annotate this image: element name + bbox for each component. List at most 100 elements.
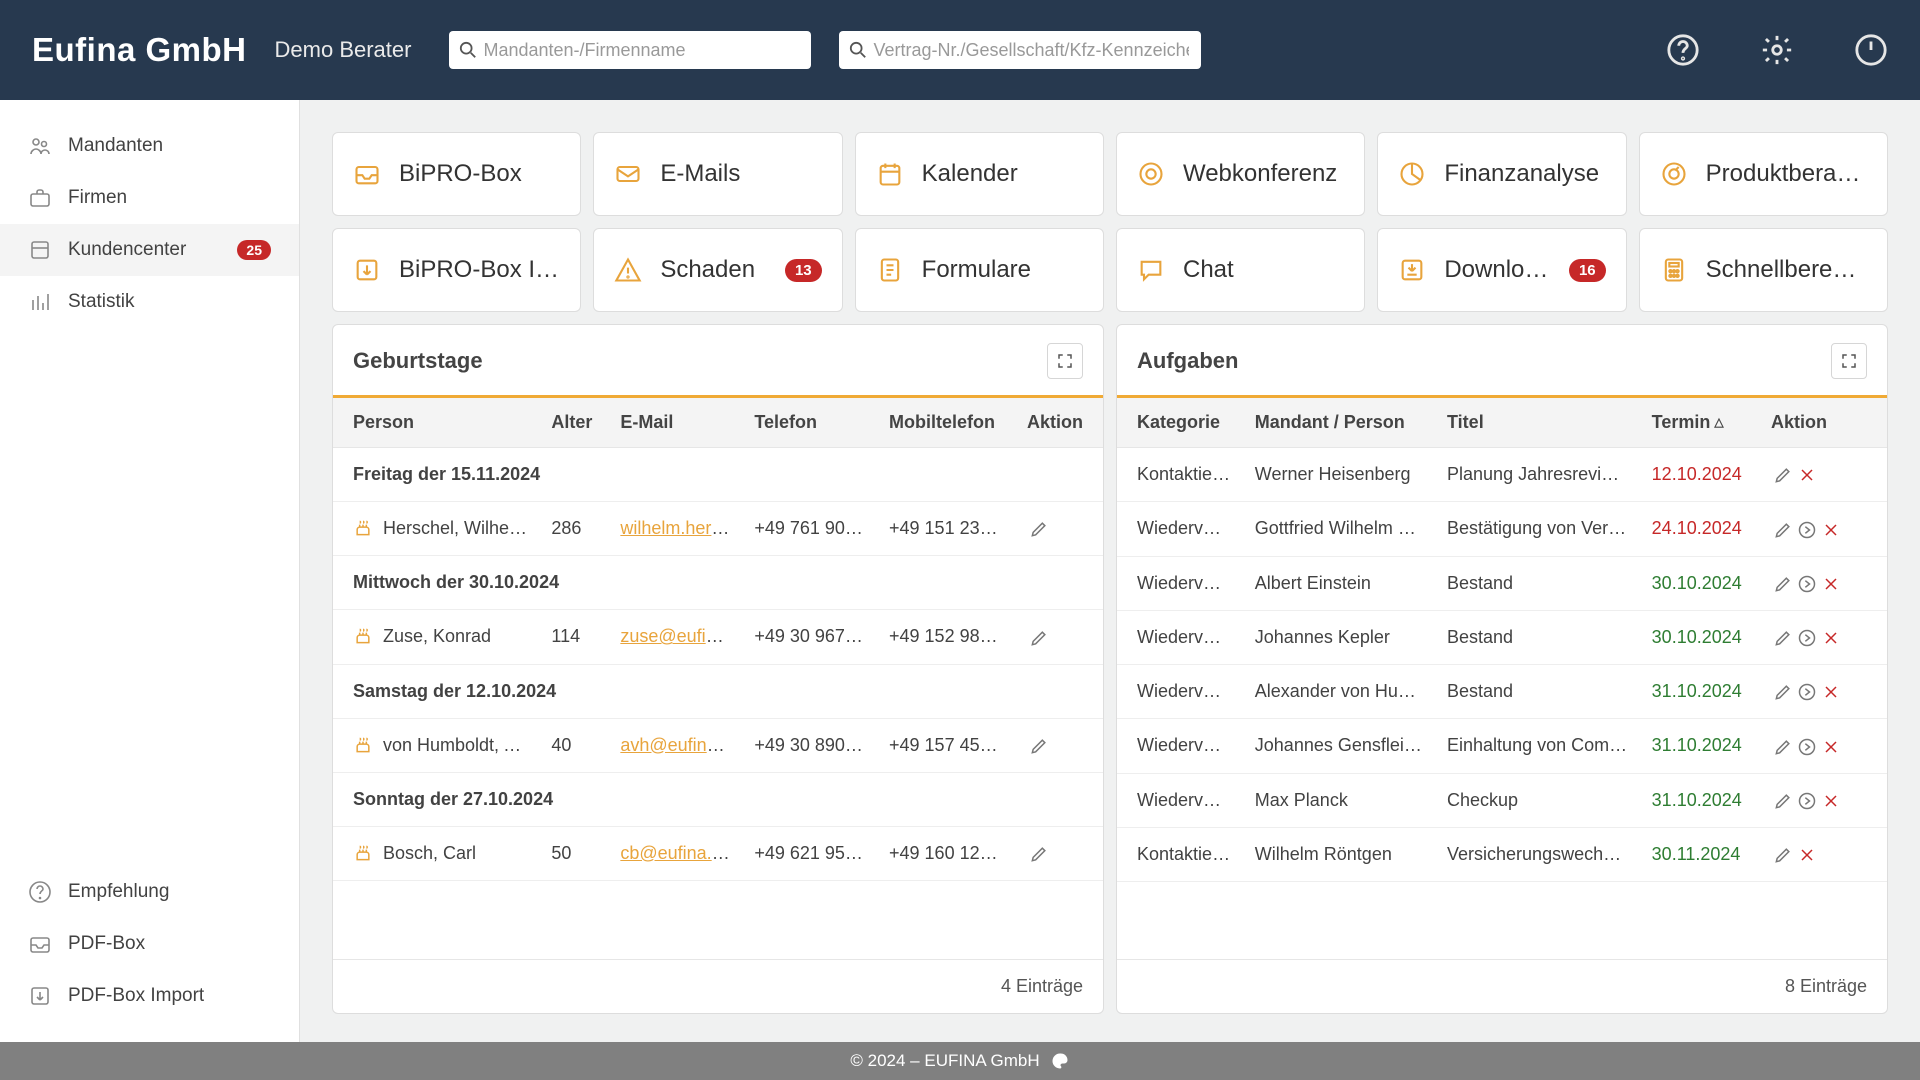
col-alter[interactable]: Alter — [539, 398, 608, 448]
sidebar-item-pdf-box-import[interactable]: PDF-Box Import — [0, 970, 299, 1022]
expand-button[interactable] — [1047, 343, 1083, 379]
edit-icon[interactable] — [1773, 845, 1793, 865]
cell-termin: 31.10.2024 — [1640, 719, 1759, 773]
delete-icon[interactable] — [1821, 791, 1841, 811]
edit-icon[interactable] — [1029, 519, 1049, 539]
tile-schaden[interactable]: Schaden13 — [593, 228, 842, 312]
date-group-row: Freitag der 15.11.2024 — [333, 448, 1103, 502]
tile-schnellberechnu-[interactable]: Schnellberechnu... — [1639, 228, 1888, 312]
forward-icon[interactable] — [1797, 791, 1817, 811]
delete-icon[interactable] — [1821, 574, 1841, 594]
tasks-title: Aufgaben — [1137, 348, 1238, 374]
col-telefon[interactable]: Telefon — [742, 398, 877, 448]
table-row: Herschel, Wilhelm286wilhelm.hersc…+49 76… — [333, 502, 1103, 556]
cake-icon — [353, 626, 373, 646]
table-row: Bosch, Carl50cb@eufina.de+49 621 9567…+4… — [333, 826, 1103, 880]
cell-mandant: Johannes Kepler — [1243, 610, 1435, 664]
contract-search-wrap — [839, 31, 1201, 69]
sidebar-item-empfehlung[interactable]: Empfehlung — [0, 866, 299, 918]
cell-alter: 114 — [539, 610, 608, 664]
tasks-panel: Aufgaben Kategorie Mandant / Person Tite… — [1116, 324, 1888, 1014]
tile-formulare[interactable]: Formulare — [855, 228, 1104, 312]
tile-label: Downloads — [1444, 256, 1551, 284]
edit-icon[interactable] — [1773, 791, 1793, 811]
edit-icon[interactable] — [1773, 465, 1793, 485]
email-link[interactable]: wilhelm.hersc… — [620, 518, 742, 538]
table-row: Wiedervorl…Johannes Gensfleisch zur …Ein… — [1117, 719, 1887, 773]
edit-icon[interactable] — [1029, 844, 1049, 864]
tasks-table: Kategorie Mandant / Person Titel Termin△… — [1117, 398, 1887, 882]
tile-kalender[interactable]: Kalender — [855, 132, 1104, 216]
sidebar-item-label: Statistik — [68, 291, 135, 313]
brand-name: Eufina GmbH — [32, 31, 247, 69]
cell-alter: 50 — [539, 826, 608, 880]
col-kategorie[interactable]: Kategorie — [1117, 398, 1243, 448]
expand-button[interactable] — [1831, 343, 1867, 379]
tile-downloads[interactable]: Downloads16 — [1377, 228, 1626, 312]
edit-icon[interactable] — [1029, 628, 1049, 648]
power-icon[interactable] — [1854, 33, 1888, 67]
col-titel[interactable]: Titel — [1435, 398, 1640, 448]
sidebar-item-pdf-box[interactable]: PDF-Box — [0, 918, 299, 970]
tile-bipro-box[interactable]: BiPRO-Box — [332, 132, 581, 216]
tile-label: Chat — [1183, 256, 1234, 284]
cell-termin: 30.10.2024 — [1640, 556, 1759, 610]
gear-icon[interactable] — [1760, 33, 1794, 67]
col-termin[interactable]: Termin△ — [1640, 398, 1759, 448]
expand-icon — [1056, 352, 1074, 370]
palette-icon[interactable] — [1050, 1051, 1070, 1071]
sidebar-item-statistik[interactable]: Statistik — [0, 276, 299, 328]
mail-icon — [614, 160, 642, 188]
contract-search-input[interactable] — [839, 31, 1201, 69]
cake-icon — [353, 843, 373, 863]
col-aktion[interactable]: Aktion — [1015, 398, 1103, 448]
forward-icon[interactable] — [1797, 628, 1817, 648]
sidebar-item-kundencenter[interactable]: Kundencenter25 — [0, 224, 299, 276]
forward-icon[interactable] — [1797, 520, 1817, 540]
cell-kategorie: Wiedervorl… — [1117, 665, 1243, 719]
cell-kategorie: Wiedervorl… — [1117, 502, 1243, 556]
edit-icon[interactable] — [1773, 628, 1793, 648]
mandant-search-input[interactable] — [449, 31, 811, 69]
delete-icon[interactable] — [1797, 845, 1817, 865]
tile-grid: BiPRO-BoxE-MailsKalenderWebkonferenzFina… — [332, 132, 1888, 312]
sidebar-item-firmen[interactable]: Firmen — [0, 172, 299, 224]
delete-icon[interactable] — [1821, 682, 1841, 702]
edit-icon[interactable] — [1773, 737, 1793, 757]
delete-icon[interactable] — [1821, 628, 1841, 648]
cell-alter: 286 — [539, 502, 608, 556]
date-label: Samstag der 12.10.2024 — [333, 664, 1103, 718]
sidebar-item-label: Empfehlung — [68, 881, 169, 903]
forward-icon[interactable] — [1797, 682, 1817, 702]
tile-bipro-box-import[interactable]: BiPRO-Box Import — [332, 228, 581, 312]
edit-icon[interactable] — [1773, 682, 1793, 702]
birthdays-title: Geburtstage — [353, 348, 483, 374]
col-mandant[interactable]: Mandant / Person — [1243, 398, 1435, 448]
col-email[interactable]: E-Mail — [608, 398, 742, 448]
delete-icon[interactable] — [1821, 737, 1841, 757]
email-link[interactable]: avh@eufina.de — [620, 735, 741, 755]
tile-finanzanalyse[interactable]: Finanzanalyse — [1377, 132, 1626, 216]
delete-icon[interactable] — [1797, 465, 1817, 485]
col-person[interactable]: Person — [333, 398, 539, 448]
tile-chat[interactable]: Chat — [1116, 228, 1365, 312]
sidebar-item-mandanten[interactable]: Mandanten — [0, 120, 299, 172]
edit-icon[interactable] — [1029, 736, 1049, 756]
forward-icon[interactable] — [1797, 737, 1817, 757]
delete-icon[interactable] — [1821, 520, 1841, 540]
cell-mandant: Albert Einstein — [1243, 556, 1435, 610]
col-aktion[interactable]: Aktion — [1759, 398, 1887, 448]
email-link[interactable]: zuse@eufina.de — [620, 626, 742, 646]
col-mobil[interactable]: Mobiltelefon — [877, 398, 1015, 448]
help-icon[interactable] — [1666, 33, 1700, 67]
tile-produktberatung[interactable]: Produktberatung — [1639, 132, 1888, 216]
cell-mandant: Max Planck — [1243, 773, 1435, 827]
email-link[interactable]: cb@eufina.de — [620, 843, 731, 863]
tile-e-mails[interactable]: E-Mails — [593, 132, 842, 216]
edit-icon[interactable] — [1773, 520, 1793, 540]
forward-icon[interactable] — [1797, 574, 1817, 594]
app-footer: © 2024 – EUFINA GmbH — [0, 1042, 1920, 1080]
sort-asc-icon: △ — [1714, 415, 1723, 429]
edit-icon[interactable] — [1773, 574, 1793, 594]
tile-webkonferenz[interactable]: Webkonferenz — [1116, 132, 1365, 216]
